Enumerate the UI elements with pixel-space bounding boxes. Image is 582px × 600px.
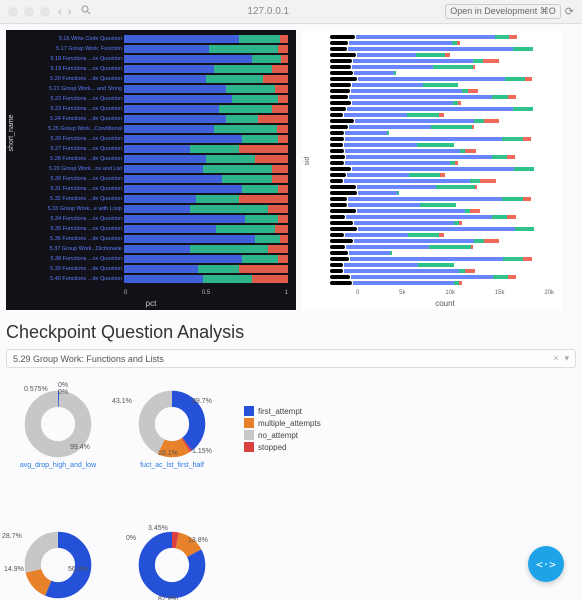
count-row — [330, 172, 554, 177]
y-axis-label: sid — [304, 157, 311, 166]
donut-legend: first_attempt multiple_attempts no_attem… — [244, 406, 321, 469]
count-row — [330, 196, 554, 201]
count-row — [330, 148, 554, 153]
count-row — [330, 46, 554, 51]
count-row — [330, 136, 554, 141]
count-row — [330, 82, 554, 87]
count-row — [330, 160, 554, 165]
bar-row: 5.40 Functions ...de Question — [46, 274, 288, 283]
count-row — [330, 166, 554, 171]
page-content: short_name 5.16 Write Code Question5.17 … — [0, 24, 582, 600]
count-row — [330, 88, 554, 93]
donut-4: 3.45% 0% 13.8% 82.8% — [130, 529, 214, 600]
question-selector[interactable]: 5.29 Group Work: Functions and Lists × ▾ — [6, 349, 576, 368]
count-row — [330, 220, 554, 225]
fab-code-button[interactable]: <·> — [528, 546, 564, 582]
bar-row: 5.22 Functions ...ce Question — [46, 94, 288, 103]
bar-row: 5.32 Functions ...de Question — [46, 194, 288, 203]
count-row — [330, 280, 554, 285]
bar-row: 5.28 Functions ...de Question — [46, 154, 288, 163]
count-row — [330, 244, 554, 249]
stacked-bar-chart-pct: short_name 5.16 Write Code Question5.17 … — [6, 30, 296, 310]
count-row — [330, 226, 554, 231]
titlebar: ‹ › 127.0.0.1 Open in Development ⌘O ⟳ — [0, 0, 582, 24]
count-row — [330, 208, 554, 213]
bar-row: 5.39 Functions ...de Question — [46, 264, 288, 273]
bar-row: 5.17 Group Work: Function — [46, 44, 288, 53]
bar-row: 5.33 Group Work...e with Loop — [46, 204, 288, 213]
bar-row: 5.25 Group Work...Conditional — [46, 124, 288, 133]
count-row — [330, 64, 554, 69]
bar-row: 5.16 Write Code Question — [46, 34, 288, 43]
count-row — [330, 190, 554, 195]
donut-grid: 0.575% 0%0% 99.4% avg_drop_high_and_low … — [6, 368, 576, 600]
open-dev-button[interactable]: Open in Development ⌘O — [445, 4, 561, 19]
count-row — [330, 94, 554, 99]
count-row — [330, 184, 554, 189]
bar-row: 5.31 Functions ...ce Question — [46, 184, 288, 193]
count-row — [330, 154, 554, 159]
count-row — [330, 274, 554, 279]
count-row — [330, 178, 554, 183]
count-row — [330, 58, 554, 63]
x-axis-label: pct — [146, 299, 157, 308]
bar-row: 5.35 Functions ...ce Question — [46, 224, 288, 233]
count-row — [330, 118, 554, 123]
count-row — [330, 124, 554, 129]
count-row — [330, 238, 554, 243]
bar-row: 5.38 Functions ...ce Question — [46, 254, 288, 263]
y-axis-label: short_name — [8, 115, 15, 152]
bar-row: 5.27 Functions ...ce Question — [46, 144, 288, 153]
chevron-left-icon: ‹ — [58, 6, 62, 18]
count-row — [330, 268, 554, 273]
chevron-down-icon[interactable]: ▾ — [564, 353, 569, 364]
page-title: Checkpoint Question Analysis — [6, 322, 576, 343]
count-row — [330, 70, 554, 75]
bar-row: 5.18 Functions ...ce Question — [46, 54, 288, 63]
bar-row: 5.34 Functions ...ce Question — [46, 214, 288, 223]
x-axis-label: count — [435, 299, 455, 308]
chevron-right-icon: › — [68, 6, 72, 18]
count-row — [330, 112, 554, 117]
bar-row: 5.26 Functions ...ce Question — [46, 134, 288, 143]
bar-row: 5.19 Functions ...ce Question — [46, 64, 288, 73]
bar-row: 5.20 Functions ...de Question — [46, 74, 288, 83]
selector-value: 5.29 Group Work: Functions and Lists — [13, 354, 164, 364]
nav-back-forward[interactable]: ‹ › — [58, 6, 71, 18]
count-row — [330, 76, 554, 81]
count-row — [330, 232, 554, 237]
count-row — [330, 202, 554, 207]
count-row — [330, 106, 554, 111]
close-icon[interactable]: × — [553, 353, 558, 364]
count-row — [330, 214, 554, 219]
count-row — [330, 130, 554, 135]
bar-row: 5.21 Group Work... and String — [46, 84, 288, 93]
refresh-icon[interactable]: ⟳ — [565, 5, 574, 18]
donut-first-half: 43.1% 39.7% 1.15% 16.1% fuct_ac_lst_firs… — [130, 388, 214, 469]
donut-3: 28.7% 14.9% 56.3% — [16, 529, 100, 600]
bar-row: 5.36 Functions ...de Question — [46, 234, 288, 243]
bar-row: 5.24 Functions ...de Question — [46, 114, 288, 123]
window-controls[interactable] — [8, 7, 50, 17]
count-row — [330, 52, 554, 57]
count-row — [330, 34, 554, 39]
count-row — [330, 256, 554, 261]
bar-row: 5.37 Group Work...Dictionarie — [46, 244, 288, 253]
bar-row: 5.23 Functions ...ce Question — [46, 104, 288, 113]
donut-avg-drop: 0.575% 0%0% 99.4% avg_drop_high_and_low — [16, 388, 100, 469]
count-row — [330, 250, 554, 255]
address-bar[interactable]: 127.0.0.1 — [91, 6, 445, 17]
count-row — [330, 100, 554, 105]
search-icon[interactable] — [81, 5, 91, 18]
count-row — [330, 142, 554, 147]
bar-chart-count: sid 0 5k 10k 15k 20k count — [302, 30, 562, 310]
count-row — [330, 262, 554, 267]
bar-row: 5.29 Group Work...ns and List — [46, 164, 288, 173]
count-row — [330, 40, 554, 45]
bar-row: 5.30 Functions ...ce Question — [46, 174, 288, 183]
